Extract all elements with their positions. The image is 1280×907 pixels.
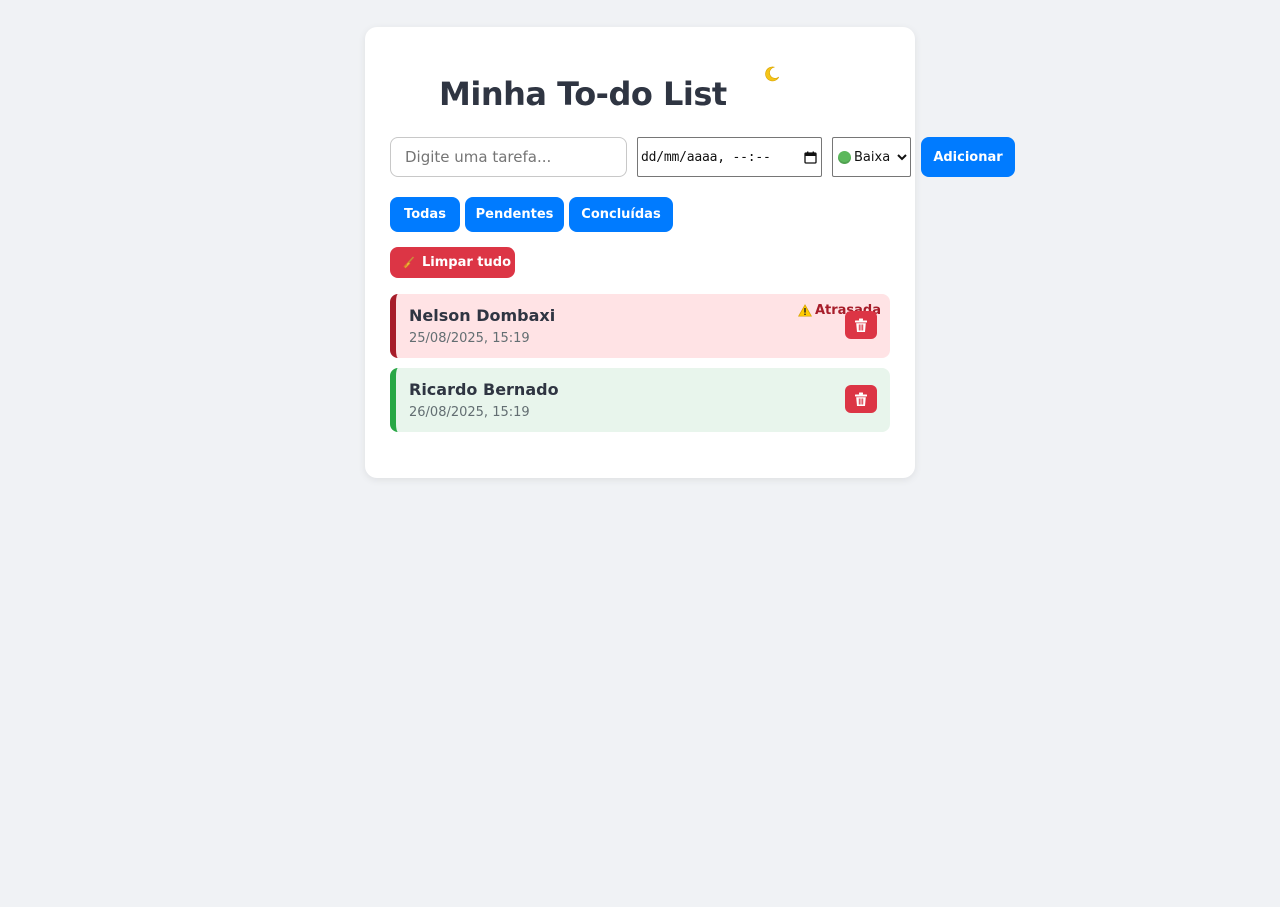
todo-card: Minha To-do List dd/mm/aaaa, --:-- Baixa… (365, 27, 1015, 478)
filter-all-button[interactable]: Todas (390, 197, 460, 232)
warning-icon (797, 304, 812, 317)
moon-icon (765, 66, 780, 82)
delete-task-button[interactable] (845, 385, 877, 413)
task-name: Ricardo Bernado (409, 380, 559, 399)
delete-task-button[interactable] (845, 311, 877, 339)
trash-icon (855, 392, 867, 406)
broom-icon (402, 256, 415, 269)
task-name: Nelson Dombaxi (409, 306, 556, 325)
theme-toggle-button[interactable] (763, 65, 781, 85)
task-item[interactable]: Ricardo Bernado 26/08/2025, 15:19 (390, 368, 890, 432)
page-title: Minha To-do List (439, 75, 727, 113)
green-circle-icon (838, 150, 851, 164)
calendar-icon[interactable] (804, 151, 817, 164)
due-date-placeholder: dd/mm/aaaa, --:-- (641, 149, 771, 165)
clear-all-button[interactable]: Limpar tudo (390, 247, 515, 278)
task-due-date: 26/08/2025, 15:19 (409, 405, 530, 420)
task-input[interactable] (390, 137, 627, 177)
chevron-down-icon (897, 154, 907, 161)
clear-all-label: Limpar tudo (422, 255, 512, 270)
filter-completed-button[interactable]: Concluídas (569, 197, 673, 232)
add-task-button[interactable]: Adicionar (921, 137, 1015, 177)
due-date-input[interactable]: dd/mm/aaaa, --:-- (637, 137, 822, 177)
filter-pending-button[interactable]: Pendentes (465, 197, 564, 232)
priority-select[interactable]: Baixa (832, 137, 911, 177)
task-item[interactable]: Nelson Dombaxi 25/08/2025, 15:19 Atrasad… (390, 294, 890, 358)
trash-icon (855, 318, 867, 332)
task-due-date: 25/08/2025, 15:19 (409, 331, 530, 346)
priority-selected-value: Baixa (854, 149, 891, 165)
